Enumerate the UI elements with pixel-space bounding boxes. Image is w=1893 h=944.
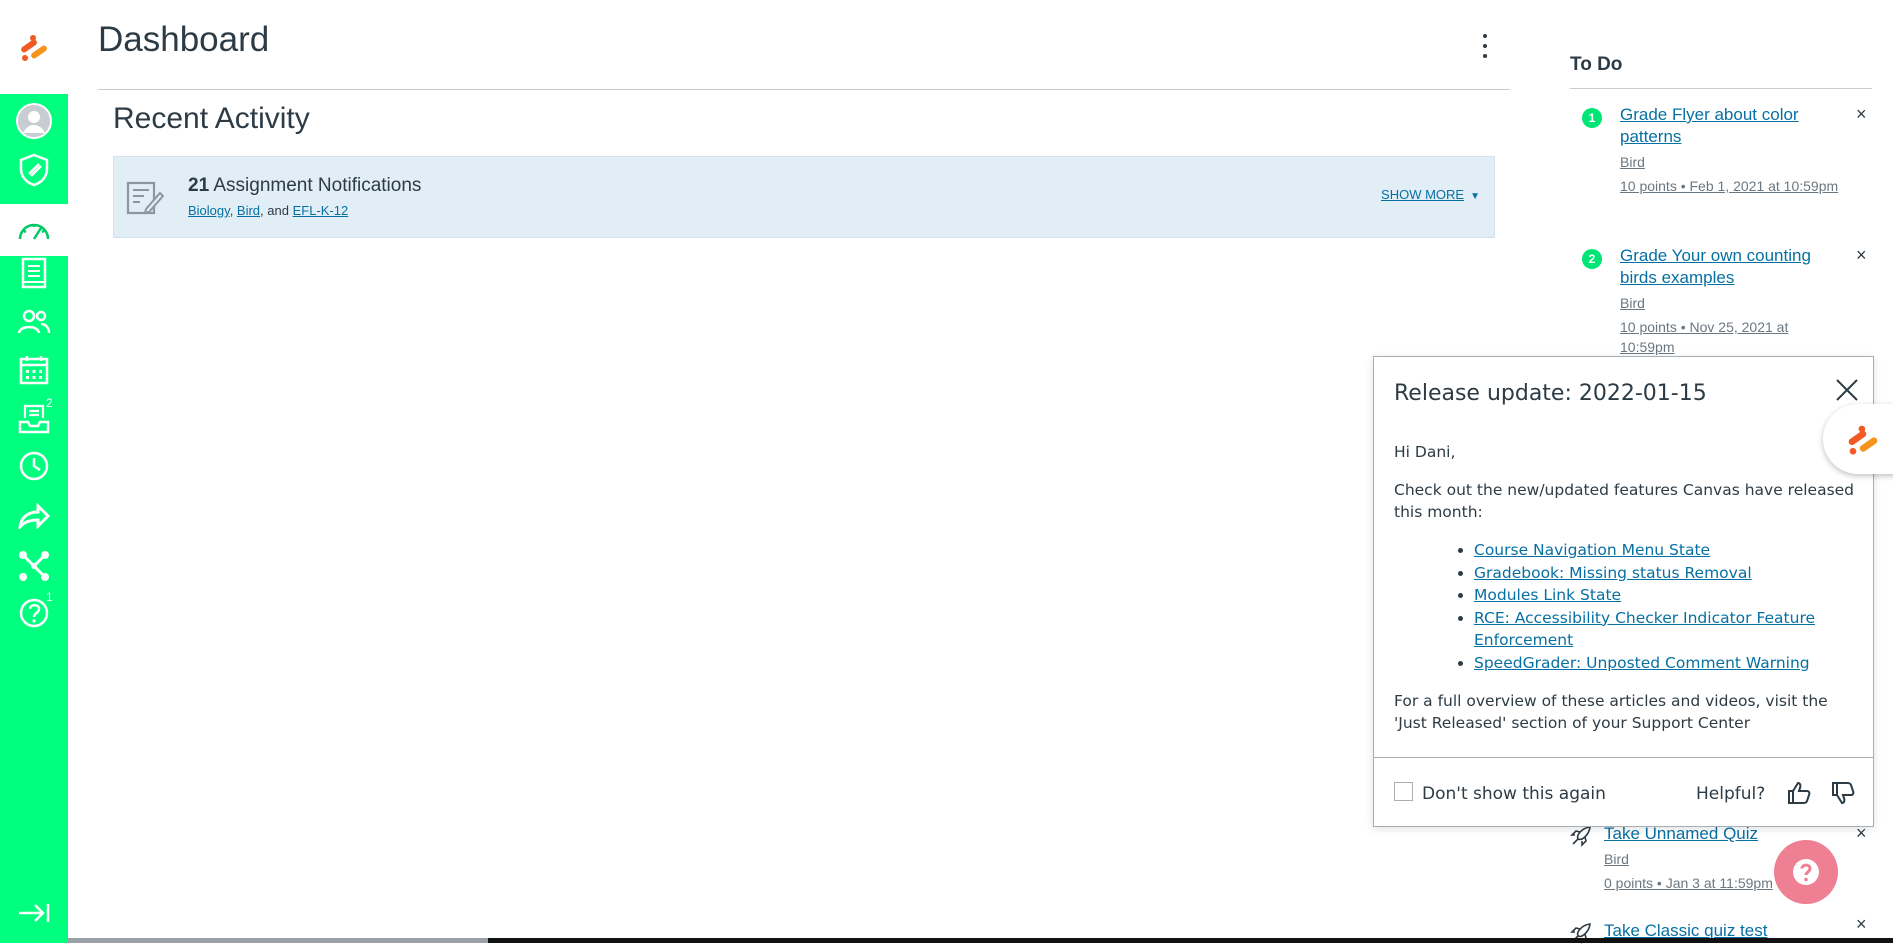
popover-body: Hi Dani, Check out the new/updated featu… [1394,441,1859,750]
brand-logo[interactable] [0,0,68,94]
calendar-icon [19,356,49,385]
dismiss-todo-button[interactable]: × [1856,245,1867,266]
activity-notification: 21 Assignment Notifications Biology, Bir… [113,156,1495,238]
course-link[interactable]: EFL-K-12 [293,203,349,218]
nav-calendar[interactable] [0,345,68,395]
close-icon[interactable] [1834,377,1860,403]
course-separator: , and [260,203,293,218]
nav-commons[interactable] [0,491,68,541]
list-item: Course Navigation Menu State [1474,539,1859,562]
global-nav: 2 1 [0,0,68,943]
todo-item: 1 Grade Flyer about color patterns Bird … [1570,104,1880,224]
popover-footer: Don't show this again Helpful? [1374,757,1873,826]
notification-count: 21 [188,175,210,196]
feature-link[interactable]: SpeedGrader: Unposted Comment Warning [1474,654,1810,672]
todo-title: To Do [1570,54,1623,75]
thumbs-down-icon[interactable] [1830,780,1856,806]
course-link[interactable]: Biology [188,203,230,218]
popover-outro: For a full overview of these articles an… [1394,692,1828,732]
dont-show-label[interactable]: Don't show this again [1422,784,1606,804]
list-item: RCE: Accessibility Checker Indicator Fea… [1474,607,1859,652]
horizontal-scrollbar[interactable] [488,938,1893,943]
rocket-icon [1570,826,1591,847]
todo-number-badge: 1 [1582,108,1602,128]
dismiss-todo-button[interactable]: × [1856,104,1867,125]
show-more-button[interactable]: SHOW MORE ▼ [1381,187,1480,202]
todo-divider [1570,88,1872,89]
page-title: Dashboard [98,20,270,59]
assignment-icon [126,181,164,215]
collapse-arrow-icon [19,904,50,922]
speedometer-icon [18,223,50,240]
todo-link[interactable]: Grade Your own counting birds examples [1620,245,1840,289]
feature-link[interactable]: Gradebook: Missing status Removal [1474,564,1752,582]
activity-heading: 21 Assignment Notifications [188,175,421,197]
kebab-dot-icon [1483,34,1487,38]
book-icon [21,257,47,289]
notification-label: Assignment Notifications [213,175,422,196]
shield-icon [19,153,49,187]
nav-history[interactable] [0,441,68,491]
kebab-dot-icon [1483,44,1487,48]
todo-link[interactable]: Grade Flyer about color patterns [1620,104,1840,148]
thumbs-up-icon[interactable] [1786,780,1812,806]
todo-meta[interactable]: 10 points • Feb 1, 2021 at 10:59pm [1620,176,1840,196]
avatar-icon [16,103,52,139]
brand-logo-icon [1848,425,1878,455]
course-separator: , [229,203,237,218]
nav-account[interactable] [0,96,68,146]
popover-title: Release update: 2022-01-15 [1394,381,1707,406]
nav-rail: 2 1 [0,94,68,943]
nav-help[interactable]: 1 [0,588,68,638]
brand-logo-icon [21,35,47,61]
scrollbar-track [68,938,488,943]
feature-link[interactable]: RCE: Accessibility Checker Indicator Fea… [1474,609,1815,650]
help-fab-button[interactable] [1774,840,1838,904]
inbox-badge: 2 [46,396,53,410]
caret-down-icon: ▼ [1470,191,1480,202]
clock-icon [19,451,49,481]
title-divider [98,89,1510,90]
nav-admin[interactable] [0,145,68,195]
feature-link[interactable]: Course Navigation Menu State [1474,541,1710,559]
list-item: SpeedGrader: Unposted Comment Warning [1474,652,1859,675]
dismiss-todo-button[interactable]: × [1856,914,1867,935]
nav-inbox[interactable]: 2 [0,394,68,444]
todo-meta[interactable]: 10 points • Nov 25, 2021 at 10:59pm [1620,317,1840,357]
popover-greeting: Hi Dani, [1394,443,1456,461]
todo-course[interactable]: Bird [1604,851,1629,867]
list-item: Modules Link State [1474,584,1859,607]
floating-brand-button[interactable] [1823,404,1893,474]
help-badge: 1 [46,590,53,604]
activity-course-list: Biology, Bird, and EFL-K-12 [188,203,348,218]
course-link[interactable]: Bird [237,203,260,218]
dashboard-options-button[interactable] [1475,30,1495,62]
todo-course[interactable]: Bird [1620,154,1645,170]
feature-link[interactable]: Modules Link State [1474,586,1621,604]
todo-course[interactable]: Bird [1620,295,1645,311]
nav-courses[interactable] [0,248,68,298]
nav-studio[interactable] [0,541,68,591]
show-more-label: SHOW MORE [1381,187,1465,202]
people-icon [17,309,51,334]
release-update-popover: Release update: 2022-01-15 Hi Dani, Chec… [1373,356,1874,827]
todo-number-badge: 2 [1582,249,1602,269]
popover-intro: Check out the new/updated features Canva… [1394,481,1855,521]
recent-activity-title: Recent Activity [113,102,310,135]
network-icon [19,551,49,581]
feature-list: Course Navigation Menu State Gradebook: … [1474,539,1859,674]
helpful-label: Helpful? [1696,784,1766,804]
share-arrow-icon [18,503,50,529]
question-bubble-icon [1793,859,1819,885]
list-item: Gradebook: Missing status Removal [1474,562,1859,585]
dont-show-checkbox[interactable] [1394,782,1413,801]
nav-groups[interactable] [0,296,68,346]
collapse-nav-button[interactable] [0,888,68,938]
todo-item: 2 Grade Your own counting birds examples… [1570,245,1880,355]
kebab-dot-icon [1483,54,1487,58]
